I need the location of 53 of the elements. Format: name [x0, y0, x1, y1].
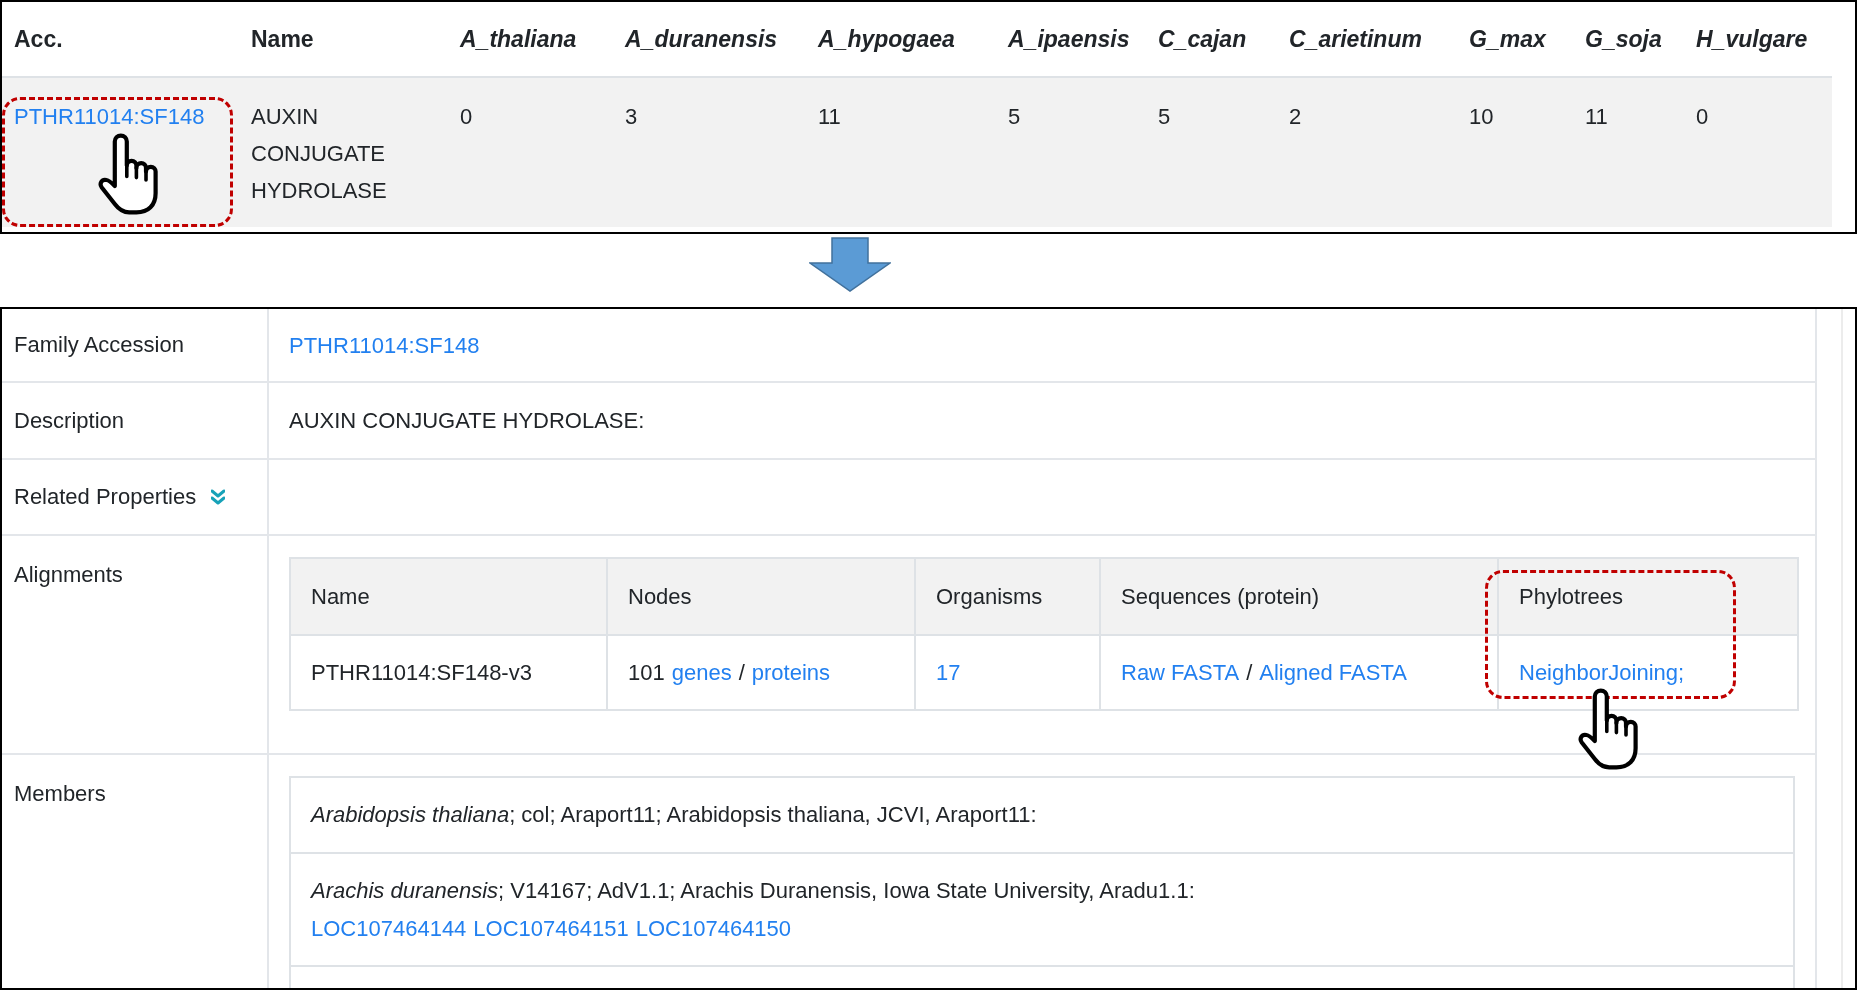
- column-header: Nodes: [608, 559, 916, 636]
- column-header: Name: [251, 24, 314, 54]
- table-cell-text: AUXIN CONJUGATE HYDROLASE: [251, 103, 388, 205]
- table-cell-text: 5: [1158, 103, 1171, 131]
- column-header: Phylotrees: [1499, 559, 1799, 636]
- table-link[interactable]: genes: [671, 656, 732, 689]
- column-header: Acc.: [14, 24, 63, 54]
- gene-link[interactable]: LOC107464144: [311, 909, 467, 948]
- column-header: C_cajan: [1158, 24, 1247, 54]
- table-cell-text: 0: [1696, 103, 1709, 131]
- gene-link[interactable]: LOC107464151: [473, 909, 629, 948]
- table-cell-text: 3: [625, 103, 638, 131]
- row-label: Family Accession: [14, 331, 184, 359]
- accession-link[interactable]: PTHR11014:SF148: [14, 104, 205, 129]
- table-cell-text: 10: [1469, 103, 1494, 131]
- column-header: A_thaliana: [460, 24, 577, 54]
- table-cell-text: 2: [1289, 103, 1302, 131]
- table-cell-text: 11: [1585, 103, 1608, 131]
- column-header: A_ipaensis: [1008, 24, 1130, 54]
- row-label: Description: [14, 406, 125, 435]
- column-header: H_vulgare: [1696, 24, 1808, 54]
- column-header: A_hypogaea: [818, 24, 955, 54]
- double-chevron-down-icon[interactable]: [211, 489, 226, 505]
- cell-text: /: [738, 659, 745, 687]
- row-label: Members: [14, 780, 106, 808]
- column-header: G_soja: [1585, 24, 1662, 54]
- column-header: C_arietinum: [1289, 24, 1422, 54]
- table-cell-text: 11: [818, 103, 841, 131]
- table-link[interactable]: 17: [936, 656, 961, 689]
- table-link[interactable]: Aligned FASTA: [1259, 656, 1407, 689]
- pointer-hand-icon: [1578, 688, 1638, 770]
- cell-text: /: [1246, 659, 1253, 687]
- column-header: A_duranensis: [625, 24, 778, 54]
- table-link[interactable]: proteins: [751, 656, 831, 689]
- member-entry: Arabidopsis thaliana; col; Araport11; Arabidopsis thaliana, JCVI, Araport11:: [311, 801, 1037, 829]
- column-header: Sequences (protein): [1101, 559, 1499, 636]
- row-label: Related Properties: [14, 483, 197, 511]
- column-header: G_max: [1469, 24, 1546, 54]
- down-arrow-icon: [809, 237, 891, 292]
- column-header: Organisms: [916, 559, 1101, 636]
- table-cell-text: 5: [1008, 103, 1021, 131]
- cell-text: PTHR11014:SF148-v3: [311, 659, 532, 687]
- row-label: Alignments: [14, 561, 123, 589]
- pointer-hand-icon: [98, 133, 158, 215]
- table-link[interactable]: Raw FASTA: [1121, 656, 1240, 689]
- gene-link[interactable]: LOC107464150: [635, 909, 792, 948]
- accession-link[interactable]: PTHR11014:SF148: [289, 328, 480, 362]
- column-header: Name: [291, 559, 608, 636]
- member-entry: Arachis duranensis; V14167; AdV1.1; Arachis Duranensis, Iowa State University, Aradu1.1:: [311, 876, 1195, 905]
- table-link[interactable]: NeighborJoining;: [1519, 656, 1685, 689]
- cell-text: 101: [628, 659, 665, 687]
- table-cell-text: 0: [460, 103, 473, 131]
- description-text: AUXIN CONJUGATE HYDROLASE:: [289, 407, 645, 435]
